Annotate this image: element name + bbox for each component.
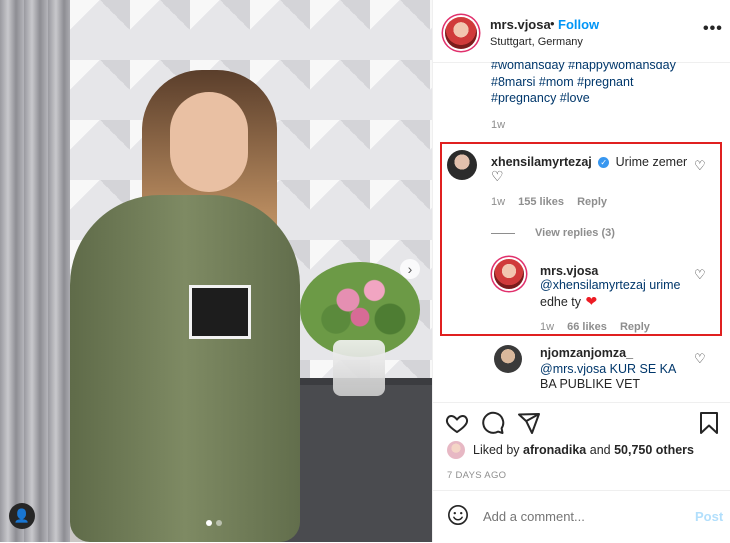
liker-username[interactable]: afronadika xyxy=(523,443,586,457)
chevron-right-icon[interactable]: › xyxy=(400,259,420,279)
reply-avatar[interactable] xyxy=(494,259,524,289)
caption-hashtags[interactable]: #pregnancy #love xyxy=(491,91,590,105)
post-header: mrs.vjosa • Follow Stuttgart, Germany ••… xyxy=(433,0,730,63)
comment-reply-button[interactable]: Reply xyxy=(577,196,607,208)
post-photo[interactable]: 👤 › xyxy=(0,0,432,542)
comment-icon[interactable] xyxy=(481,411,505,435)
author-username[interactable]: mrs.vjosa xyxy=(490,17,551,32)
more-options-icon[interactable]: ••• xyxy=(703,20,723,38)
commenter-avatar[interactable] xyxy=(447,150,477,180)
like-comment-heart-icon[interactable]: ♡ xyxy=(694,158,706,174)
liked-by: Liked by afronadika and 50,750 others xyxy=(447,441,694,459)
verified-badge-icon: ✓ xyxy=(598,157,610,168)
liked-by-prefix: Liked by xyxy=(473,443,520,457)
add-comment-bar: Post xyxy=(433,490,730,543)
comment-input[interactable] xyxy=(481,508,685,525)
reply-username[interactable]: mrs.vjosa xyxy=(540,264,598,278)
comment-username[interactable]: xhensilamyrtezaj xyxy=(491,155,592,169)
post-actions xyxy=(433,402,730,443)
comment-text: BA PUBLIKE VET xyxy=(540,377,641,391)
comment-text: @mrs.vjosa KUR SE KA xyxy=(540,362,677,376)
reply-likes[interactable]: 66 likes xyxy=(567,321,607,333)
comment-username[interactable]: njomzanjomza_ xyxy=(540,346,633,360)
bookmark-icon[interactable] xyxy=(697,411,721,435)
curtain xyxy=(0,0,70,542)
likes-count[interactable]: 50,750 others xyxy=(614,443,694,457)
post-comment-button[interactable]: Post xyxy=(695,509,723,524)
comment-body: xhensilamyrtezaj ✓ Urime zemer xyxy=(491,153,687,171)
caption-hashtags[interactable]: #womansday #happywomansday xyxy=(491,62,676,72)
comment-heart-emoji: ♡ xyxy=(491,168,504,184)
ultrasound-photo xyxy=(189,285,251,339)
like-comment-heart-icon[interactable]: ♡ xyxy=(694,351,706,367)
reply-text-line1: @xhensilamyrtezaj urime xyxy=(540,278,681,292)
separator-dot: • xyxy=(550,16,555,31)
heart-icon[interactable] xyxy=(445,411,469,435)
red-heart-emoji: ❤ xyxy=(585,293,598,309)
comment-meta: 1w 155 likes Reply xyxy=(491,196,617,208)
reply-meta: 1w 66 likes Reply xyxy=(540,321,660,333)
reply-reply-button[interactable]: Reply xyxy=(620,321,650,333)
comment-time: 1w xyxy=(491,196,506,208)
emoji-icon[interactable] xyxy=(447,504,469,526)
caption-time: 1w xyxy=(491,119,506,131)
carousel-dot xyxy=(216,520,222,526)
glass-vase xyxy=(333,340,385,396)
post-panel: mrs.vjosa • Follow Stuttgart, Germany ••… xyxy=(432,0,730,542)
like-reply-heart-icon[interactable]: ♡ xyxy=(694,267,706,283)
share-icon[interactable] xyxy=(517,411,541,435)
commenter-avatar[interactable] xyxy=(494,345,522,373)
woman-dress xyxy=(70,195,300,542)
user-tag-icon[interactable]: 👤 xyxy=(9,503,35,529)
post-location[interactable]: Stuttgart, Germany xyxy=(490,36,583,48)
reply-time: 1w xyxy=(540,321,555,333)
replies-divider xyxy=(491,232,515,234)
carousel-dot-active xyxy=(206,520,212,526)
liker-avatar[interactable] xyxy=(447,441,465,459)
post-time[interactable]: 7 DAYS AGO xyxy=(447,470,506,481)
reply-text-line2-wrap: edhe ty ❤ xyxy=(540,293,597,311)
carousel-dots xyxy=(206,520,222,526)
liked-by-and: and xyxy=(589,443,611,457)
reply-text-line2: edhe ty xyxy=(540,295,582,309)
comments-list[interactable]: #womansday #happywomansday #8marsi #mom … xyxy=(433,62,730,402)
view-replies-label[interactable]: View replies (3) xyxy=(535,227,615,239)
view-replies-button[interactable]: View replies (3) xyxy=(491,227,615,239)
comment-likes[interactable]: 155 likes xyxy=(518,196,564,208)
woman-face xyxy=(170,92,248,192)
comment-text: Urime zemer xyxy=(615,155,688,169)
caption-hashtags[interactable]: #8marsi #mom #pregnant xyxy=(491,75,633,89)
author-avatar[interactable] xyxy=(445,17,477,49)
follow-button[interactable]: Follow xyxy=(558,17,599,32)
